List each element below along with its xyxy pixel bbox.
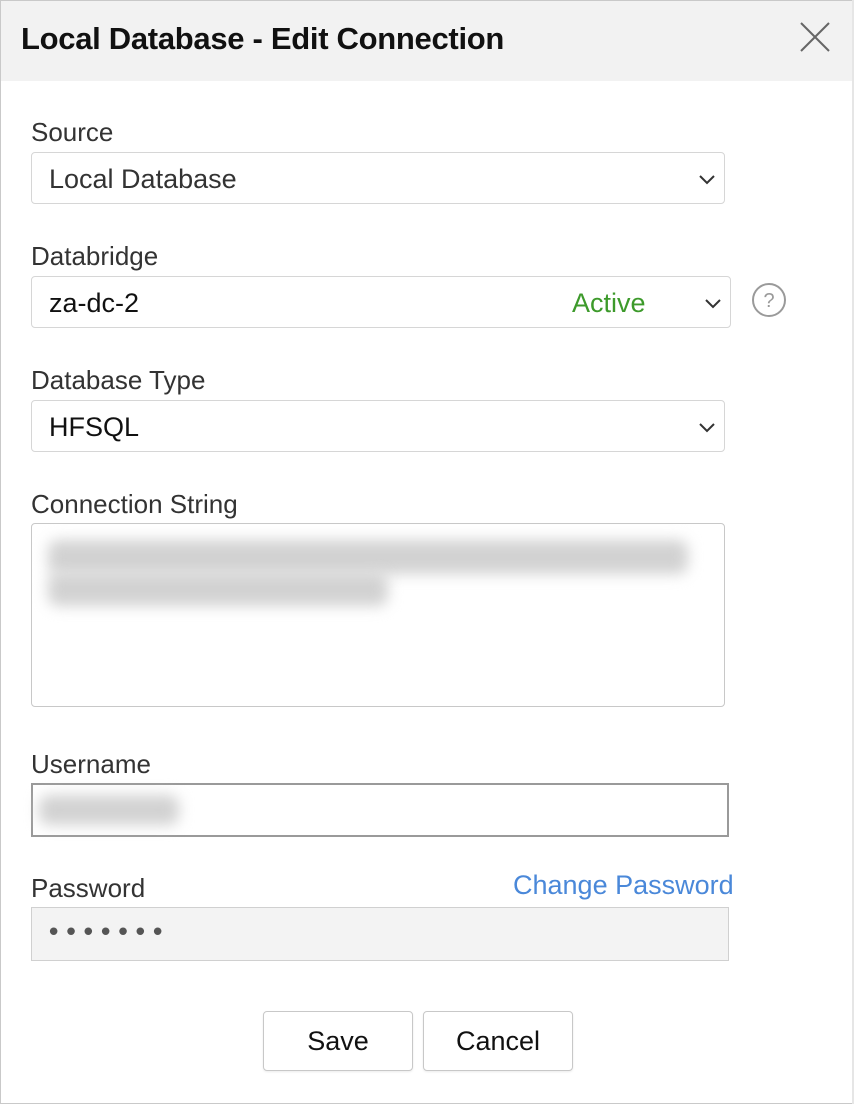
databridge-status: Active — [572, 288, 646, 318]
databridge-selected-value: za-dc-2 — [49, 288, 140, 318]
databridge-select[interactable]: za-dc-2 Active — [31, 276, 731, 328]
help-icon[interactable]: ? — [751, 282, 787, 318]
redacted-text — [39, 795, 179, 825]
source-selected-value: Local Database — [49, 164, 237, 194]
chevron-down-icon — [705, 299, 721, 309]
edit-connection-dialog: Local Database - Edit Connection Source … — [0, 0, 854, 1104]
password-input[interactable]: ••••••• — [31, 907, 729, 961]
cancel-button[interactable]: Cancel — [423, 1011, 573, 1071]
close-button[interactable] — [795, 17, 835, 57]
connection-string-textarea[interactable] — [31, 523, 725, 707]
close-icon — [800, 22, 830, 52]
dialog-header: Local Database - Edit Connection — [1, 1, 853, 81]
database-type-label: Database Type — [31, 365, 206, 395]
databridge-label: Databridge — [31, 241, 159, 271]
change-password-link[interactable]: Change Password — [513, 870, 734, 901]
chevron-down-icon — [699, 423, 715, 433]
database-type-select[interactable]: HFSQL — [31, 400, 725, 452]
dialog-title: Local Database - Edit Connection — [21, 21, 505, 56]
database-type-selected-value: HFSQL — [49, 412, 140, 442]
svg-text:?: ? — [763, 290, 774, 312]
redacted-text — [48, 572, 388, 606]
password-masked-value: ••••••• — [46, 918, 168, 948]
redacted-text — [48, 540, 688, 574]
chevron-down-icon — [699, 175, 715, 185]
save-button[interactable]: Save — [263, 1011, 413, 1071]
source-label: Source — [31, 117, 114, 147]
connection-string-label: Connection String — [31, 489, 238, 519]
password-label: Password — [31, 873, 146, 903]
username-input[interactable] — [31, 783, 729, 837]
username-label: Username — [31, 749, 151, 779]
source-select[interactable]: Local Database — [31, 152, 725, 204]
